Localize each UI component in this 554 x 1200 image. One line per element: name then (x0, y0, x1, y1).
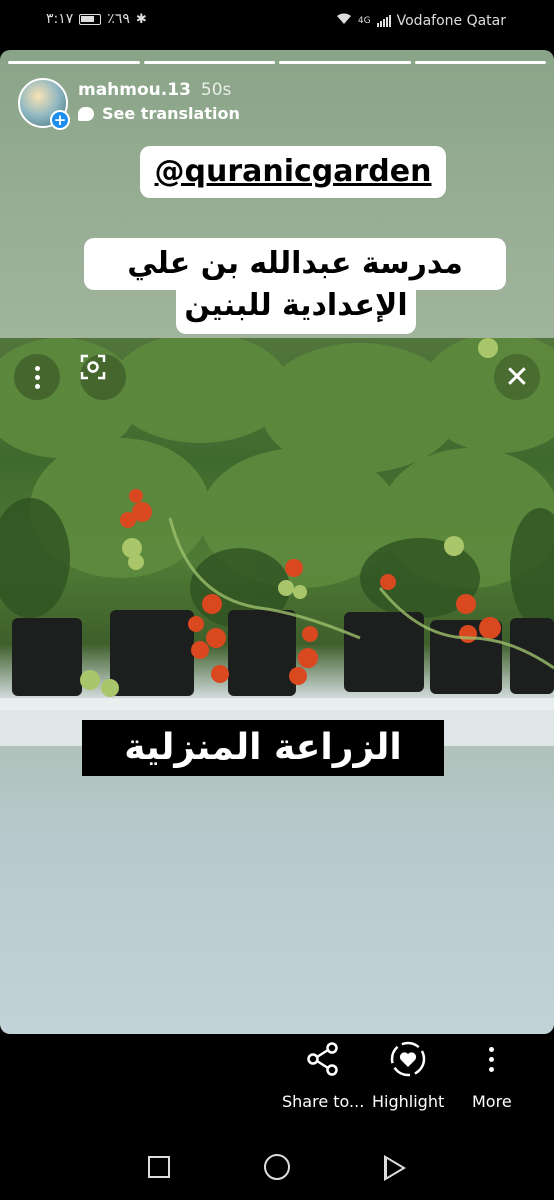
progress-segment (143, 61, 275, 64)
story-progress (8, 61, 546, 64)
status-left: ٣:١٧ ٪٦٩ ✱ (46, 11, 147, 27)
school-name-line-2: الإعدادية للبنين (176, 280, 416, 334)
bluetooth-icon: ✱ (135, 11, 147, 27)
story-header: + mahmou.13 50s See translation (18, 78, 240, 130)
close-icon[interactable]: ✕ (494, 354, 540, 400)
add-story-icon[interactable]: + (50, 110, 70, 130)
translate-bubble-icon (78, 106, 94, 121)
mention-sticker[interactable]: @quranicgarden (140, 146, 446, 198)
share-icon (306, 1040, 340, 1078)
home-gardening-caption: الزراعة المنزلية (82, 720, 444, 776)
progress-segment (279, 61, 411, 64)
tomato-plants-illustration (0, 338, 554, 746)
more-button[interactable]: More (472, 1040, 512, 1111)
time-ago: 50s (200, 80, 232, 100)
battery-percent: ٪٦٩ (107, 11, 130, 27)
progress-segment (414, 61, 546, 64)
battery-icon (79, 13, 102, 25)
tomato-garden-photo: ✕ (0, 338, 554, 746)
more-label: More (472, 1092, 512, 1111)
status-right: 4G Vodafone Qatar (336, 12, 506, 29)
story-actions: Share to... Highlight More (0, 1040, 554, 1130)
recent-apps-square-icon[interactable] (148, 1156, 170, 1178)
see-translation-label: See translation (102, 104, 240, 123)
home-circle-icon[interactable] (264, 1154, 290, 1180)
status-bar: ٣:١٧ ٪٦٩ ✱ 4G Vodafone Qatar (0, 0, 554, 44)
username-row: mahmou.13 50s (78, 80, 240, 100)
share-to-label: Share to... (282, 1092, 365, 1111)
username[interactable]: mahmou.13 (78, 80, 191, 100)
carrier-name: Vodafone Qatar (396, 12, 506, 29)
story-card[interactable]: + mahmou.13 50s See translation @quranic… (0, 50, 554, 1034)
three-dots-vertical-icon[interactable] (14, 354, 60, 400)
back-triangle-icon[interactable] (384, 1155, 406, 1181)
header-text: mahmou.13 50s See translation (78, 78, 240, 123)
more-dots-icon (489, 1040, 495, 1078)
scan-glyph (80, 354, 106, 380)
share-to-button[interactable]: Share to... (282, 1040, 364, 1111)
signal-icon (376, 14, 391, 27)
scan-icon[interactable] (80, 354, 126, 400)
wifi-icon (336, 12, 352, 29)
highlight-button[interactable]: Highlight (372, 1040, 444, 1111)
system-navigation-bar (0, 1146, 554, 1194)
highlight-label: Highlight (372, 1092, 445, 1111)
avatar[interactable]: + (18, 78, 70, 130)
see-translation-button[interactable]: See translation (78, 104, 240, 123)
highlight-heart-icon (389, 1040, 427, 1078)
progress-segment (8, 61, 140, 64)
status-time: ٣:١٧ (46, 11, 74, 27)
network-type: 4G (357, 15, 371, 26)
